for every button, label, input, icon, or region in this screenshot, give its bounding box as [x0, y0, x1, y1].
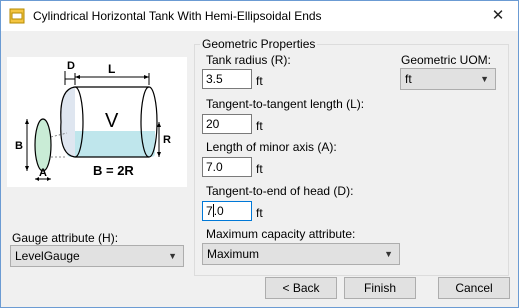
geometric-properties-label: Geometric Properties	[200, 37, 318, 51]
label-d: D	[67, 60, 75, 72]
label-b: B	[15, 140, 23, 152]
tank-radius-input[interactable]: 3.5	[202, 69, 252, 89]
close-button[interactable]: ✕	[486, 5, 510, 27]
label-v: V	[105, 110, 119, 132]
end-of-head-value-end: .0	[213, 204, 224, 218]
end-of-head-input[interactable]: 7.0	[202, 201, 252, 221]
geometric-uom-value: ft	[405, 72, 412, 86]
finish-button[interactable]: Finish	[344, 277, 416, 299]
geometric-uom-label: Geometric UOM:	[401, 53, 492, 67]
gauge-attribute-label: Gauge attribute (H):	[12, 231, 119, 245]
max-capacity-label: Maximum capacity attribute:	[206, 227, 356, 241]
minor-axis-input[interactable]: 7.0	[202, 157, 252, 177]
tank-radius-unit: ft	[256, 74, 263, 88]
max-capacity-value: Maximum	[207, 247, 260, 261]
label-a: A	[39, 167, 47, 179]
tangent-length-unit: ft	[256, 119, 263, 133]
tank-radius-label: Tank radius (R):	[206, 53, 291, 67]
title-bar: Cylindrical Horizontal Tank With Hemi-El…	[1, 1, 518, 31]
minor-axis-unit: ft	[256, 162, 263, 176]
back-button[interactable]: < Back	[265, 277, 337, 299]
end-of-head-value-start: 7	[206, 204, 213, 218]
geometric-uom-select[interactable]: ft ▼	[400, 68, 496, 90]
chevron-down-icon: ▼	[480, 74, 489, 84]
chevron-down-icon: ▼	[384, 249, 393, 259]
app-icon	[9, 8, 25, 24]
tangent-length-label: Tangent-to-tangent length (L):	[206, 97, 365, 111]
tank-diagram: D L V B R A B = 2R	[7, 57, 187, 187]
gauge-attribute-select[interactable]: LevelGauge ▼	[10, 245, 184, 267]
tangent-length-input[interactable]: 20	[202, 114, 252, 134]
max-capacity-select[interactable]: Maximum ▼	[202, 243, 400, 265]
label-l: L	[108, 62, 115, 76]
label-r: R	[163, 134, 171, 146]
end-of-head-label: Tangent-to-end of head (D):	[206, 184, 354, 198]
dialog-window: Cylindrical Horizontal Tank With Hemi-El…	[0, 0, 519, 308]
gauge-attribute-value: LevelGauge	[15, 249, 80, 263]
end-of-head-unit: ft	[256, 206, 263, 220]
cancel-button[interactable]: Cancel	[438, 277, 510, 299]
window-title: Cylindrical Horizontal Tank With Hemi-El…	[33, 9, 322, 23]
label-formula: B = 2R	[93, 163, 134, 178]
chevron-down-icon: ▼	[168, 251, 177, 261]
minor-axis-label: Length of minor axis (A):	[206, 140, 337, 154]
